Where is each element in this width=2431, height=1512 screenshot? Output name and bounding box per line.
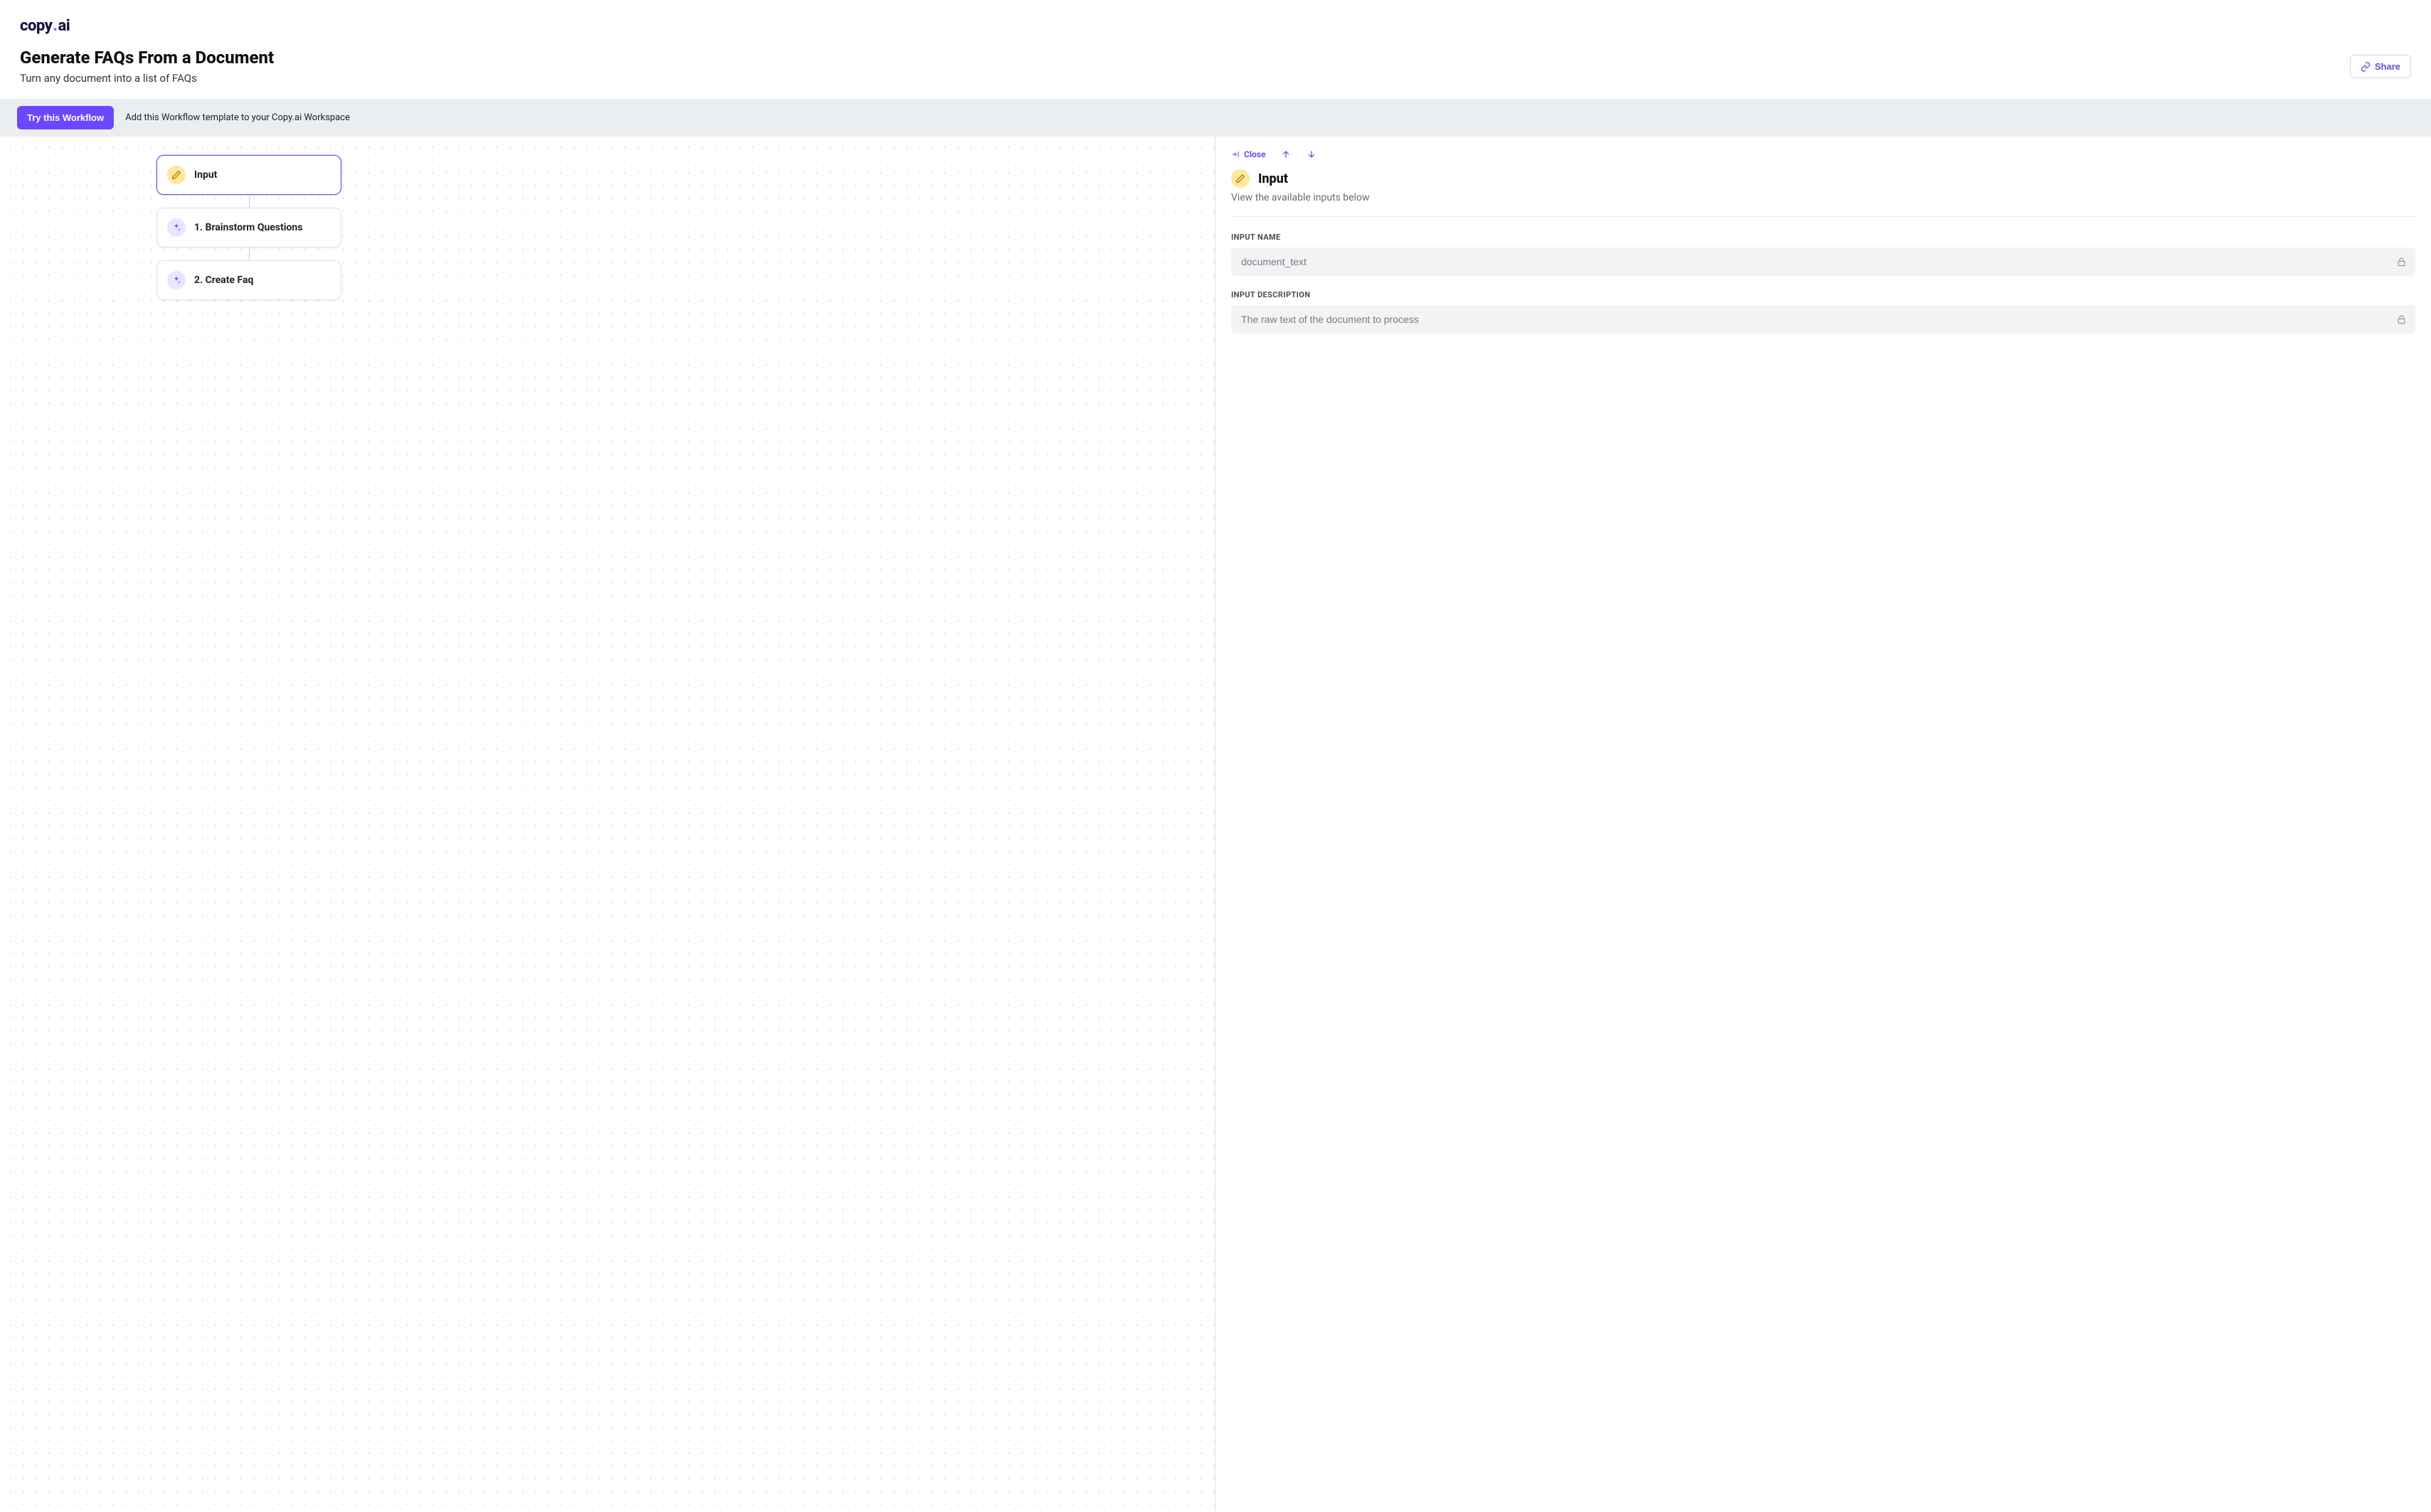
pencil-icon — [1231, 169, 1250, 188]
cta-banner: Try this Workflow Add this Workflow temp… — [0, 99, 2431, 137]
input-description-field[interactable] — [1231, 305, 2415, 334]
share-button[interactable]: Share — [2350, 55, 2411, 78]
logo: copy.ai — [20, 17, 2411, 35]
lock-icon — [2396, 314, 2407, 325]
nav-down-button[interactable] — [1307, 149, 1316, 159]
header-left: Generate FAQs From a Document Turn any d… — [20, 48, 274, 85]
logo-text-1: copy — [20, 17, 52, 35]
page-subtitle: Turn any document into a list of FAQs — [20, 72, 274, 85]
logo-dot: . — [53, 17, 57, 35]
workflow-node-brainstorm[interactable]: 1. Brainstorm Questions — [156, 208, 341, 247]
node-connector — [249, 247, 250, 260]
node-label: Input — [194, 169, 217, 181]
nav-up-button[interactable] — [1281, 149, 1291, 159]
node-connector — [249, 195, 250, 208]
workflow-node-input[interactable]: Input — [156, 155, 341, 195]
link-icon — [2361, 62, 2371, 72]
collapse-icon — [1231, 150, 1240, 159]
panel-toolbar: Close — [1231, 149, 2415, 159]
divider — [1231, 216, 2415, 217]
share-label: Share — [2375, 61, 2400, 72]
pencil-icon — [167, 166, 186, 184]
page-header: copy.ai Generate FAQs From a Document Tu… — [0, 0, 2431, 99]
panel-description: View the available inputs below — [1231, 192, 2415, 203]
banner-text: Add this Workflow template to your Copy.… — [125, 112, 350, 123]
close-button[interactable]: Close — [1231, 149, 1265, 159]
workflow-canvas[interactable]: Input 1. Brainstorm Questions 2. Create … — [0, 137, 1216, 1512]
panel-title: Input — [1258, 171, 1288, 186]
field-label-input-description: INPUT DESCRIPTION — [1231, 290, 2415, 299]
node-label: 1. Brainstorm Questions — [194, 222, 302, 233]
page-title: Generate FAQs From a Document — [20, 48, 274, 68]
panel-title-row: Input — [1231, 169, 2415, 188]
field-wrap-input-name — [1231, 247, 2415, 276]
field-wrap-input-description — [1231, 305, 2415, 334]
workflow-node-createfaq[interactable]: 2. Create Faq — [156, 260, 341, 300]
sparkle-icon — [167, 271, 186, 289]
main-split: Input 1. Brainstorm Questions 2. Create … — [0, 137, 2431, 1512]
node-label: 2. Create Faq — [194, 275, 253, 286]
lock-icon — [2396, 257, 2407, 267]
sparkle-icon — [167, 218, 186, 237]
detail-panel: Close Input View the available inputs be… — [1216, 137, 2431, 1512]
try-workflow-button[interactable]: Try this Workflow — [17, 106, 114, 129]
header-row: Generate FAQs From a Document Turn any d… — [20, 48, 2411, 85]
close-label: Close — [1244, 149, 1265, 159]
workflow-nodes: Input 1. Brainstorm Questions 2. Create … — [156, 155, 341, 300]
field-label-input-name: INPUT NAME — [1231, 233, 2415, 242]
input-name-field[interactable] — [1231, 247, 2415, 276]
logo-text-2: ai — [58, 17, 70, 35]
